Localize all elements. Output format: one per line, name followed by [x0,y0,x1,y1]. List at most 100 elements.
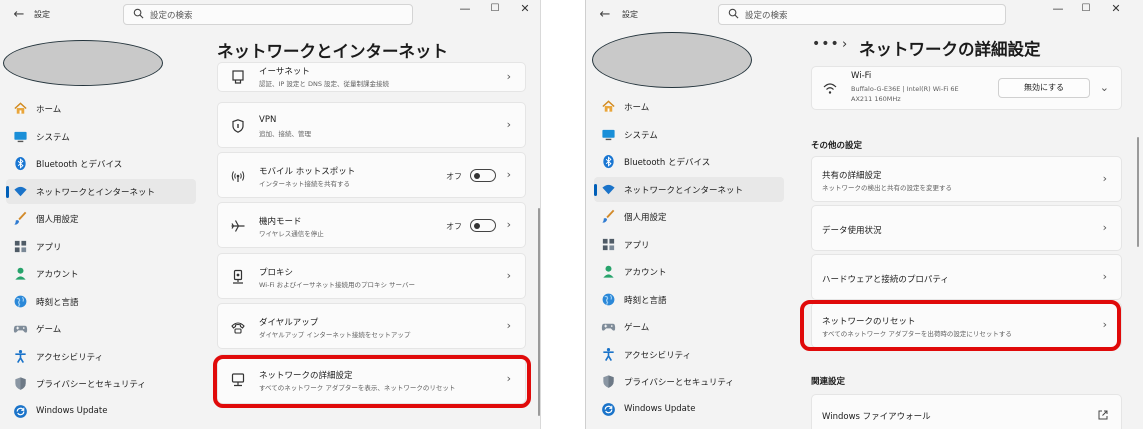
settings-card-airplane[interactable]: 機内モード ワイヤレス通信を停止 オフ › [217,202,526,248]
settings-card[interactable]: 共有の詳細設定 ネットワークの検出と共有の設定を変更する › [811,156,1122,202]
avatar[interactable] [3,40,163,86]
home-icon [13,101,28,116]
sidebar-item-monitor[interactable]: システム [6,124,196,149]
card-subtitle: 追加、接続、管理 [259,130,311,138]
maximize-icon[interactable]: ☐ [1079,3,1093,14]
back-arrow-icon[interactable]: ← [10,6,28,24]
card-title: VPN [259,115,277,125]
wifi-card[interactable]: Wi-Fi Buffalo-G-E36E | Intel(R) Wi-Fi 6E… [811,66,1122,110]
sidebar-item-apps[interactable]: アプリ [6,234,196,259]
sidebar-item-apps[interactable]: アプリ [594,232,784,257]
sidebar-item-update[interactable]: Windows Update [6,399,196,424]
vpn-icon [230,118,246,134]
page-title: ネットワークとインターネット [217,42,448,61]
card-title: 共有の詳細設定 [822,171,882,181]
settings-card[interactable]: ネットワークのリセット すべてのネットワーク アダプターを出荷時の設定にリセットす… [811,302,1122,348]
settings-card-proxy[interactable]: プロキシ Wi-Fi およびイーサネット接続用のプロキシ サーバー › [217,253,526,299]
settings-card-network-settings[interactable]: ネットワークの詳細設定すべてのネットワーク アダプターを表示、ネットワークのリセ… [217,354,526,404]
firewall-card[interactable]: Windows ファイアウォール [811,394,1122,429]
card-subtitle: インターネット接続を共有する [259,180,350,188]
sidebar-item-label: 時刻と言語 [36,297,79,308]
card-subtitle: すべてのネットワーク アダプターを表示、ネットワークのリセット [259,384,456,392]
settings-card-dialup[interactable]: ダイヤルアップ ダイヤルアップ インターネット接続をセットアップ › [217,303,526,349]
settings-card[interactable]: ハードウェアと接続のプロパティ › [811,254,1122,300]
section-header-related: 関連設定 [811,377,846,387]
shield-icon [13,376,28,391]
sidebar-item-person[interactable]: アカウント [6,261,196,286]
card-title: ネットワークの詳細設定 [259,371,353,381]
back-arrow-icon[interactable]: ← [596,6,614,24]
dialup-icon [230,319,246,335]
chevron-right-icon: › [506,218,511,231]
sidebar-item-shield[interactable]: プライバシーとセキュリティ [6,371,196,396]
sidebar-item-wifi[interactable]: ネットワークとインターネット [594,176,784,202]
scrollbar[interactable] [1137,137,1139,247]
sidebar-item-gamepad[interactable]: ゲーム [6,316,196,341]
search-icon [728,8,739,19]
sidebar-item-accessibility[interactable]: アクセシビリティ [6,344,196,369]
avatar[interactable] [592,32,752,88]
title-bar: ← 設定 設定の検索 — ☐ ✕ [586,0,1143,30]
apps-icon [13,239,28,254]
close-icon[interactable]: ✕ [1109,2,1123,15]
sidebar-item-wifi[interactable]: ネットワークとインターネット [6,178,196,204]
close-icon[interactable]: ✕ [518,2,532,15]
settings-card[interactable]: データ使用状況 › [811,205,1122,251]
sidebar-item-bluetooth[interactable]: Bluetooth とデバイス [594,149,784,174]
sidebar-item-shield[interactable]: プライバシーとセキュリティ [594,369,784,394]
card-title: ハードウェアと接続のプロパティ [822,275,949,285]
sidebar-item-label: Bluetooth とデバイス [36,160,123,170]
sidebar-item-update[interactable]: Windows Update [594,397,784,422]
settings-card-hotspot[interactable]: モバイル ホットスポット インターネット接続を共有する オフ › [217,152,526,198]
external-link-icon [1098,410,1108,420]
sidebar-item-brush[interactable]: 個人用設定 [594,204,784,229]
sidebar-item-home[interactable]: ホーム [6,96,196,121]
minimize-icon[interactable]: — [458,2,472,15]
selected-indicator [594,183,597,196]
update-icon [601,402,616,417]
sidebar-item-home[interactable]: ホーム [594,94,784,119]
card-title: Windows ファイアウォール [822,412,931,422]
sidebar-item-label: ホーム [36,105,62,115]
search-input[interactable]: 設定の検索 [718,4,1006,25]
disable-button[interactable]: 無効にする [998,78,1090,98]
sidebar-item-bluetooth[interactable]: Bluetooth とデバイス [6,151,196,176]
sidebar-item-label: ゲーム [624,323,650,333]
maximize-icon[interactable]: ☐ [488,3,502,14]
brush-icon [601,209,616,224]
search-input[interactable]: 設定の検索 [123,4,413,25]
globe-icon [601,292,616,307]
person-icon [13,266,28,281]
accessibility-icon [601,347,616,362]
minimize-icon[interactable]: — [1051,2,1065,15]
chevron-right-icon: › [506,372,511,385]
card-subtitle: すべてのネットワーク アダプターを出荷時の設定にリセットする [822,330,1012,338]
toggle-switch[interactable] [470,219,496,232]
chevron-right-icon: › [506,168,511,181]
sidebar-item-label: ゲーム [36,325,62,335]
breadcrumb-more[interactable]: ••• [812,36,840,52]
chevron-right-icon: › [1102,221,1107,234]
breadcrumb-chevron-icon: › [842,37,848,52]
bluetooth-icon [13,156,28,171]
sidebar-item-gamepad[interactable]: ゲーム [594,314,784,339]
scrollbar[interactable] [538,208,540,416]
card-title: データ使用状況 [822,226,882,236]
accessibility-icon [13,349,28,364]
toggle-switch[interactable] [470,169,496,182]
settings-card-ethernet[interactable]: イーサネット 認証、IP 設定と DNS 設定、従量制課金接続 › [217,62,526,92]
sidebar-item-person[interactable]: アカウント [594,259,784,284]
toggle-knob [474,172,480,179]
chevron-down-icon[interactable]: ⌄ [1100,81,1109,94]
chevron-right-icon: › [1102,318,1107,331]
sidebar-item-monitor[interactable]: システム [594,122,784,147]
sidebar-item-brush[interactable]: 個人用設定 [6,206,196,231]
chevron-right-icon: › [1102,270,1107,283]
sidebar-item-globe[interactable]: 時刻と言語 [6,289,196,314]
sidebar-item-accessibility[interactable]: アクセシビリティ [594,342,784,367]
settings-window-right: ← 設定 設定の検索 — ☐ ✕ ••• › ネットワークの詳細設定 ホーム シス… [585,0,1143,429]
settings-card-vpn[interactable]: VPN 追加、接続、管理 › [217,102,526,148]
network-settings-icon [230,372,246,388]
sidebar-item-label: Windows Update [36,405,108,416]
sidebar-item-globe[interactable]: 時刻と言語 [594,287,784,312]
